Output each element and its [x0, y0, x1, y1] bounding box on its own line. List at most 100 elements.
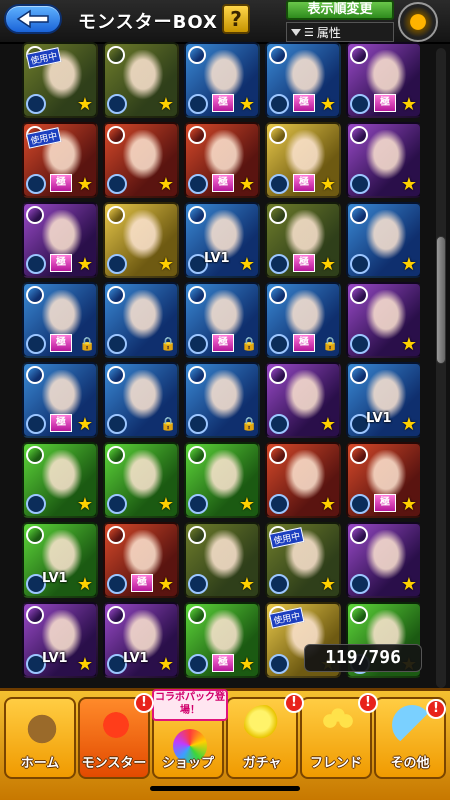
sort-order-button[interactable]: 表示順変更 [286, 0, 394, 20]
attribute-filter-button[interactable]: ☰ 属性 [286, 22, 394, 42]
monster-tile[interactable]: 使用中★ [265, 522, 341, 598]
notification-badge-gacha: ! [284, 693, 304, 713]
star-icon: ★ [319, 494, 337, 515]
kiwami-badge: 極 [50, 254, 72, 272]
header: モンスターBOX ? 表示順変更 ☰ 属性 [0, 0, 450, 44]
monster-tile[interactable]: 使用中★ [22, 42, 98, 118]
water-drop-icon [269, 414, 289, 434]
level-label: LV1 [366, 411, 392, 426]
star-icon: ★ [76, 494, 94, 515]
star-icon: ★ [400, 334, 418, 355]
monster-tile[interactable]: ★ [103, 202, 179, 278]
monster-tile[interactable]: 極 ★ [22, 362, 98, 438]
element-icon [269, 286, 287, 304]
element-icon [26, 366, 44, 384]
monster-tile[interactable]: 極 ★ [22, 202, 98, 278]
back-button[interactable] [4, 4, 62, 34]
monster-tile[interactable]: 🔒 [103, 282, 179, 358]
monster-tile[interactable]: 🔒 [103, 362, 179, 438]
monster-tile[interactable]: LV1 ★ [103, 602, 179, 678]
monster-tile[interactable]: ★ [103, 122, 179, 198]
monster-tile[interactable]: LV1 ★ [184, 202, 260, 278]
sort-lines-icon: ☰ [304, 25, 314, 39]
home-indicator [150, 786, 300, 791]
lock-icon: 🔒 [241, 417, 258, 432]
kiwami-badge: 極 [293, 334, 315, 352]
monster-tile[interactable]: 極 ★ [103, 522, 179, 598]
nav-home[interactable]: ホーム [4, 697, 76, 779]
kiwami-badge: 極 [374, 494, 396, 512]
monster-tile[interactable]: ★ [346, 282, 420, 358]
monster-tile[interactable]: LV1 ★ [22, 522, 98, 598]
star-icon: ★ [238, 574, 256, 595]
level-label: LV1 [42, 651, 68, 666]
monster-tile[interactable]: 極 🔒 [184, 282, 260, 358]
notification-badge-monster: ! [134, 693, 154, 713]
star-icon: ★ [76, 654, 94, 675]
monster-tile[interactable]: 極 ★ [265, 122, 341, 198]
monster-tile[interactable]: ★ [346, 522, 420, 598]
monster-tile[interactable]: ★ [346, 122, 420, 198]
water-drop-icon [269, 254, 289, 274]
element-icon [188, 46, 206, 64]
collab-pack-banner[interactable]: コラボパック登場！ [152, 689, 228, 721]
monster-tile[interactable]: ★ [22, 442, 98, 518]
bottom-nav: ホーム モンスター ショップ ガチャ フレンド その他 コラボパック登場！ ! … [0, 688, 450, 800]
monster-tile[interactable]: 使用中極 ★ [22, 122, 98, 198]
monster-tile[interactable]: ★ [346, 202, 420, 278]
kiwami-badge: 極 [293, 94, 315, 112]
filter-label: 属性 [316, 25, 341, 40]
monster-tile[interactable]: ★ [265, 442, 341, 518]
monster-tile[interactable]: 極 ★ [265, 202, 341, 278]
monster-tile[interactable]: ★ [103, 442, 179, 518]
monster-tile[interactable]: ★ [184, 442, 260, 518]
element-icon [26, 606, 44, 624]
scrollbar-thumb[interactable] [436, 236, 446, 364]
star-icon: ★ [238, 654, 256, 675]
monster-tile[interactable]: 極 🔒 [265, 282, 341, 358]
monster-tile[interactable]: 極 ★ [184, 602, 260, 678]
water-drop-icon [107, 414, 127, 434]
water-drop-icon [107, 574, 127, 594]
monster-tile[interactable]: LV1 ★ [22, 602, 98, 678]
settings-icon[interactable] [398, 2, 438, 42]
element-icon [107, 446, 125, 464]
level-label: LV1 [42, 571, 68, 586]
monster-tile[interactable]: 🔒 [184, 362, 260, 438]
water-drop-icon [107, 174, 127, 194]
element-icon [107, 126, 125, 144]
element-icon [188, 206, 206, 224]
monster-tile[interactable]: 極 ★ [265, 42, 341, 118]
scrollbar-track[interactable] [436, 48, 446, 688]
monster-tile[interactable]: ★ [265, 362, 341, 438]
kiwami-badge: 極 [293, 174, 315, 192]
monster-tile[interactable]: 極 ★ [184, 42, 260, 118]
monster-portrait [119, 370, 167, 424]
monster-tile[interactable]: 極 ★ [346, 442, 420, 518]
water-drop-icon [188, 654, 208, 674]
monster-tile[interactable]: ★ [103, 42, 179, 118]
monster-tile[interactable]: 極 🔒 [22, 282, 98, 358]
kiwami-badge: 極 [50, 334, 72, 352]
star-icon: ★ [238, 254, 256, 275]
monster-tile[interactable]: LV1 ★ [346, 362, 420, 438]
nav-friend-label: フレンド [309, 756, 362, 771]
element-icon [107, 46, 125, 64]
lock-icon: 🔒 [322, 337, 339, 352]
dropdown-triangle-icon [291, 28, 301, 36]
star-icon: ★ [76, 574, 94, 595]
monster-tile[interactable]: 極 ★ [184, 122, 260, 198]
lock-icon: 🔒 [160, 417, 177, 432]
water-drop-icon [26, 174, 46, 194]
notification-badge-other: ! [426, 699, 446, 719]
monster-tile[interactable]: ★ [184, 522, 260, 598]
water-drop-icon [350, 574, 370, 594]
star-icon: ★ [400, 174, 418, 195]
monster-tile[interactable]: 極 ★ [346, 42, 420, 118]
help-button[interactable]: ? [222, 4, 250, 34]
kiwami-badge: 極 [212, 654, 234, 672]
water-drop-icon [107, 494, 127, 514]
level-label: LV1 [123, 651, 149, 666]
element-icon [269, 206, 287, 224]
water-drop-icon [188, 174, 208, 194]
